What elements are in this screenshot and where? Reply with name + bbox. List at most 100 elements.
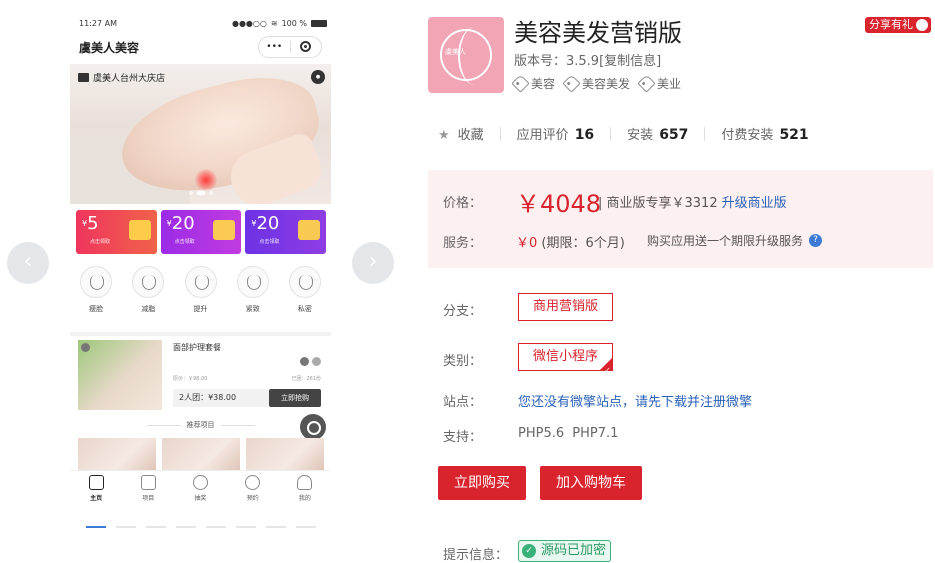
- battery-icon: [311, 20, 327, 27]
- site-label: 站点：: [443, 395, 483, 410]
- share-fab-icon[interactable]: [300, 414, 326, 440]
- coupon-sub: 点击领取: [90, 239, 111, 245]
- coupon-card[interactable]: ¥20 点击领取: [160, 210, 242, 254]
- type-option-selected[interactable]: 微信小程序: [518, 343, 614, 384]
- promo-original-price: 原价：￥98.00: [173, 376, 208, 382]
- signal-icon: ●●●○○: [231, 19, 267, 28]
- grid-icon: [140, 475, 156, 490]
- recommend-image[interactable]: [78, 438, 156, 474]
- gift-icon: [298, 220, 321, 240]
- tab-home[interactable]: 主页: [70, 471, 122, 508]
- tab-label: 抽奖: [194, 495, 207, 502]
- pager-dot[interactable]: [146, 526, 166, 528]
- installs-stat: 安装 657: [627, 127, 689, 143]
- tab-label: 预约: [246, 495, 259, 502]
- category-item[interactable]: 减脂: [122, 266, 174, 322]
- service-label: 服务：: [443, 236, 483, 251]
- app-tag[interactable]: 美容美发: [562, 74, 630, 93]
- pager-dot[interactable]: [116, 526, 136, 528]
- coupon-row: ¥5 点击领取 ¥20 点击领取 ¥20 点击领取: [76, 210, 327, 254]
- tab-label: 我的: [298, 495, 311, 502]
- promo-sold-count: 已团：261份: [291, 376, 321, 382]
- avatar: [300, 357, 309, 366]
- coupon-card[interactable]: ¥5 点击领取: [76, 210, 157, 254]
- branch-option[interactable]: 商用营销版: [518, 293, 614, 321]
- hero-banner[interactable]: 虞美人台州大庆店 ●: [70, 64, 331, 204]
- miniapp-capsule[interactable]: •••: [258, 36, 322, 58]
- group-price: 2人团：¥38.00: [179, 393, 237, 402]
- add-to-cart-button[interactable]: 加入购物车: [540, 466, 642, 500]
- share-gift-button[interactable]: 分享有礼: [865, 17, 931, 33]
- prev-arrow-icon[interactable]: ‹: [7, 242, 49, 284]
- next-arrow-icon[interactable]: ›: [352, 242, 394, 284]
- paid-installs-stat: 付费安装 521: [721, 127, 809, 143]
- pager-dot[interactable]: [176, 526, 196, 528]
- needle-icon: [236, 266, 269, 298]
- category-item[interactable]: 瘦脸: [70, 266, 122, 322]
- register-site-link[interactable]: 您还没有微擎站点，请先下载并注册微擎: [518, 391, 752, 410]
- favorite-button[interactable]: ★ 收藏: [438, 124, 484, 143]
- gift-icon: [916, 19, 928, 31]
- category-label: 减脂: [141, 305, 156, 313]
- tag-icon: [637, 74, 656, 93]
- support-value: PHP5.6 PHP7.1: [518, 426, 619, 441]
- status-right: ●●●○○ ≋ 100 %: [232, 19, 327, 28]
- tab-lottery[interactable]: 抽奖: [174, 471, 226, 508]
- app-tags: 美容 美容美发 美业: [511, 74, 681, 93]
- app-tag[interactable]: 美容: [511, 74, 555, 93]
- target-icon: [300, 41, 312, 52]
- recommend-image[interactable]: [246, 438, 324, 474]
- more-icon[interactable]: •••: [259, 37, 290, 57]
- rating-stat[interactable]: 应用评价 16: [517, 124, 595, 143]
- recommend-image[interactable]: [162, 438, 240, 474]
- app-tag[interactable]: 美业: [637, 74, 681, 93]
- check-circle-icon: ✓: [522, 544, 536, 558]
- pager-dot-active[interactable]: [86, 526, 106, 528]
- buy-now-button[interactable]: 立即购买: [438, 466, 526, 500]
- avatar: [81, 343, 90, 352]
- price-label: 价格：: [443, 196, 483, 211]
- gift-icon: [128, 220, 151, 240]
- recommend-title: 推荐项目: [70, 420, 331, 430]
- store-icon: [78, 72, 89, 82]
- store-tag[interactable]: 虞美人台州大庆店: [78, 68, 165, 86]
- pager-dot[interactable]: [236, 526, 256, 528]
- face-icon: [80, 266, 113, 298]
- tab-bar: 主页 项目 抽奖 预约 我的: [70, 470, 331, 508]
- branch-label: 分支：: [443, 304, 483, 319]
- group-buy-bar: 2人团：¥38.00 立即抢购: [173, 389, 321, 407]
- copy-info-link[interactable]: [复制信息]: [599, 54, 661, 69]
- avatar: [312, 357, 321, 366]
- support-label: 支持：: [443, 430, 483, 445]
- logo-text: 虞美人: [445, 48, 466, 56]
- promo-card[interactable]: 面部护理套餐 原价：￥98.00 已团：261份 2人团：¥38.00 立即抢购: [70, 332, 331, 414]
- service-value: ￥0 (期限：6个月): [516, 236, 625, 251]
- category-item[interactable]: 紧致: [227, 266, 279, 322]
- pager-dot[interactable]: [206, 526, 226, 528]
- business-price: | 商业版专享￥3312 升级商业版: [598, 196, 787, 211]
- coupon-sub: 点击领取: [174, 239, 195, 245]
- help-icon[interactable]: ?: [809, 234, 823, 247]
- pager-dot[interactable]: [266, 526, 286, 528]
- body-icon: [132, 266, 165, 298]
- tab-booking[interactable]: 预约: [227, 471, 279, 508]
- lottery-icon: [193, 475, 208, 490]
- user-icon: [297, 475, 313, 490]
- tab-label: 项目: [142, 495, 155, 502]
- category-item[interactable]: 私密: [279, 266, 331, 322]
- app-version: 版本号：3.5.9[复制信息]: [514, 54, 662, 69]
- upgrade-business-link[interactable]: 升级商业版: [722, 196, 787, 211]
- coupon-card[interactable]: ¥20 点击领取: [245, 210, 327, 254]
- grab-button[interactable]: 立即抢购: [269, 389, 321, 407]
- tab-label: 主页: [90, 495, 103, 502]
- banner-dot: [188, 191, 193, 195]
- pager-dot[interactable]: [296, 526, 316, 528]
- recommend-images: [78, 438, 324, 474]
- close-miniapp-button[interactable]: [291, 37, 322, 57]
- share-label: 分享有礼: [869, 18, 913, 31]
- tab-projects[interactable]: 项目: [122, 471, 174, 508]
- stats-divider: [610, 126, 612, 141]
- preview-pager: [86, 526, 316, 528]
- category-item[interactable]: 提升: [174, 266, 226, 322]
- tab-mine[interactable]: 我的: [279, 471, 331, 508]
